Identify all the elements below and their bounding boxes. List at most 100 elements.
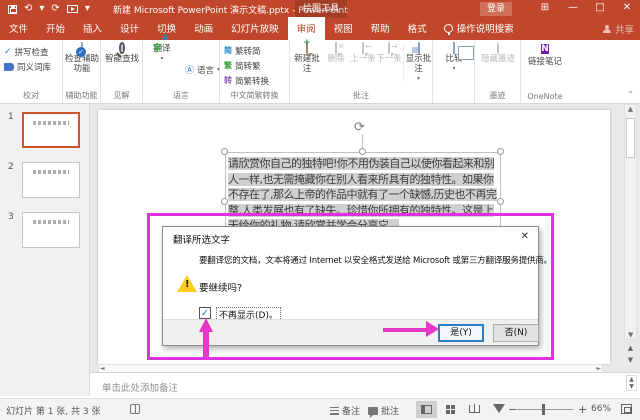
dialog-footer: 是(Y) 否(N) (163, 319, 539, 345)
annotation-arrow-checkbox-shaft (203, 330, 209, 358)
undo-icon[interactable]: ⟲ (24, 4, 32, 14)
compare-button[interactable]: 比较 ▾ (433, 42, 475, 72)
previous-slide-button[interactable]: ▲ (624, 342, 637, 354)
slide-3-thumbnail[interactable] (22, 212, 80, 248)
zoom-level[interactable]: 66% (591, 404, 611, 414)
yes-button[interactable]: 是(Y) (438, 324, 484, 342)
slide-1-thumbnail[interactable] (22, 112, 80, 148)
fit-to-window-icon[interactable] (621, 404, 632, 414)
notes-toggle-button[interactable]: 备注 (330, 404, 360, 417)
tab-file[interactable]: 文件 (0, 17, 37, 40)
close-icon[interactable]: ✕ (617, 2, 637, 13)
check-accessibility-button[interactable]: 检查辅助功能 (63, 42, 101, 75)
show-comments-label: 显示批注 (405, 54, 432, 74)
sign-in-button[interactable]: 登录 (480, 2, 513, 16)
slideshow-icon (492, 404, 505, 413)
group-label-proofing: 校对 (23, 91, 39, 100)
tell-me-box[interactable]: 操作说明搜索 (436, 17, 522, 40)
s2t-icon: 繁 (224, 61, 232, 70)
vertical-scroll-thumb[interactable] (626, 118, 635, 158)
tab-format[interactable]: 格式 (399, 17, 436, 40)
group-label-language: 语言 (173, 91, 189, 100)
tab-design[interactable]: 设计 (111, 17, 148, 40)
hide-ink-button[interactable]: 隐藏墨迹 (475, 42, 521, 65)
group-chinese-conversion: 简 繁转简 繁 简转繁 转 简繁转换 中文简繁转换 (220, 40, 290, 103)
maximize-icon[interactable]: □ (590, 2, 610, 13)
no-button[interactable]: 否(N) (493, 324, 539, 342)
tab-view[interactable]: 视图 (325, 17, 362, 40)
show-comments-button[interactable]: 显示批注 ▾ (403, 42, 433, 82)
tab-review[interactable]: 审阅 (287, 17, 325, 40)
redo-icon[interactable]: ⟳ (51, 4, 59, 14)
smart-lookup-icon: ⅰ (119, 42, 125, 54)
save-icon[interactable] (8, 4, 17, 14)
zoom-in-button[interactable]: + (578, 403, 587, 416)
zoom-slider-thumb[interactable] (542, 404, 545, 415)
undo-dropdown-icon[interactable]: ▾ (39, 4, 44, 14)
language-button[interactable]: Ⓐ 语言 ▾ (181, 62, 220, 77)
tab-help[interactable]: 帮助 (362, 17, 399, 40)
group-insights: ⅰ 智能查找 见解 (101, 40, 143, 103)
new-comment-button[interactable]: + 新建批注 (292, 38, 322, 75)
scroll-up-icon[interactable]: ▲ (628, 105, 633, 113)
slideshow-button[interactable] (488, 401, 509, 418)
dialog-question: 要继续吗? (199, 283, 243, 294)
notes-scroll-up-icon[interactable]: ▲ (627, 376, 636, 383)
notes-area[interactable]: 单击此处添加备注 ▲ ▼ (90, 372, 640, 398)
tab-slideshow[interactable]: 幻灯片放映 (222, 17, 288, 40)
zoom-slider-track[interactable] (517, 409, 573, 410)
notes-scroll-down-icon[interactable]: ▼ (627, 383, 636, 390)
convert-button[interactable]: 转 简繁转换 (220, 73, 289, 88)
dialog-close-icon[interactable]: ✕ (521, 231, 529, 242)
slide-2-number: 2 (8, 162, 14, 172)
notes-scroll-stepper[interactable]: ▲ ▼ (626, 375, 637, 391)
minimize-icon[interactable]: — (563, 2, 583, 13)
new-comment-label: 新建批注 (294, 54, 320, 74)
resize-handle-top-middle[interactable] (359, 148, 366, 155)
status-bar: 幻灯片 第 1 张, 共 3 张 备注 批注 − + 66% (0, 398, 640, 420)
scroll-down-icon[interactable]: ▼ (628, 331, 633, 339)
simplified-to-traditional-button[interactable]: 繁 简转繁 (220, 58, 289, 73)
slide-2-thumbnail[interactable] (22, 162, 80, 198)
next-comment-label: 下一条 (376, 54, 402, 64)
slide-sorter-button[interactable] (440, 401, 461, 418)
accessibility-checker-icon[interactable] (130, 404, 140, 414)
rotate-handle-icon[interactable]: ⟳ (354, 120, 365, 135)
translate-dropdown-icon: ▾ (160, 54, 164, 62)
start-slideshow-icon[interactable] (66, 5, 78, 13)
next-comment-button[interactable]: → 下一条 (376, 42, 402, 65)
delete-comment-button[interactable]: ✕ 删除 (323, 42, 349, 65)
share-button[interactable]: 共享 (602, 22, 634, 36)
spelling-button[interactable]: ✓ 拼写检查 (0, 44, 62, 59)
group-comments: + 新建批注 ✕ 删除 ← 上一条 → 下一条 显示批注 ▾ 批注 (290, 38, 433, 103)
vertical-scrollbar[interactable]: ▲ ▼ (624, 104, 637, 340)
next-slide-button[interactable]: ▼ (624, 354, 637, 366)
share-label: 共享 (614, 25, 634, 36)
tab-animations[interactable]: 动画 (185, 17, 222, 40)
thesaurus-button[interactable]: 同义词库 (0, 59, 62, 74)
ribbon-tab-bar: 文件 开始 插入 设计 切换 动画 幻灯片放映 审阅 视图 帮助 格式 操作说明… (0, 17, 640, 40)
linked-notes-button[interactable]: N 链接笔记 (521, 43, 569, 68)
zoom-out-button[interactable]: − (508, 403, 517, 416)
tab-insert[interactable]: 插入 (74, 17, 111, 40)
reading-view-button[interactable] (464, 401, 485, 418)
resize-handle-middle-left[interactable] (221, 198, 228, 205)
scroll-right-icon[interactable]: ► (596, 365, 601, 372)
traditional-to-simplified-button[interactable]: 简 繁转简 (220, 43, 289, 58)
comments-toggle-button[interactable]: 批注 (368, 404, 399, 418)
ribbon-display-options-icon[interactable]: ⊞ (535, 2, 555, 13)
resize-handle-top-left[interactable] (221, 148, 228, 155)
translate-button[interactable]: a字 翻译 ▾ (145, 32, 179, 62)
collapse-ribbon-icon[interactable]: ⌃ (627, 90, 634, 99)
normal-view-button[interactable] (416, 401, 437, 418)
notes-placeholder[interactable]: 单击此处添加备注 (102, 380, 178, 394)
qat-customize-icon[interactable]: ▾ (85, 4, 90, 14)
resize-handle-top-right[interactable] (497, 148, 504, 155)
tab-home[interactable]: 开始 (37, 17, 74, 40)
scroll-left-icon[interactable]: ◄ (100, 365, 105, 372)
previous-comment-button[interactable]: ← 上一条 (350, 42, 376, 65)
notes-toggle-icon (330, 406, 339, 415)
smart-lookup-button[interactable]: ⅰ 智能查找 (101, 42, 143, 65)
resize-handle-middle-right[interactable] (497, 198, 504, 205)
share-person-icon (602, 25, 611, 33)
